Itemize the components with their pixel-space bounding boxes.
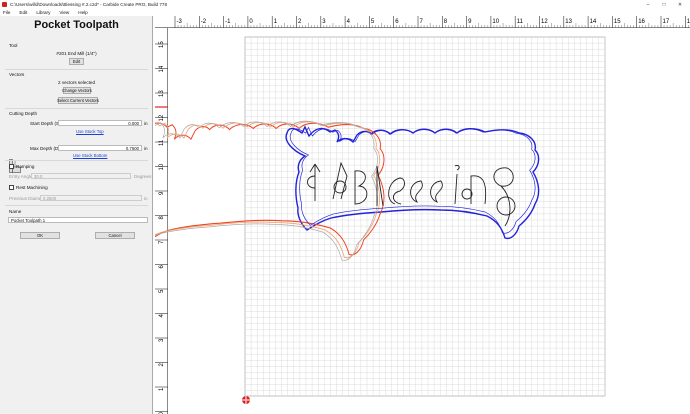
menu-edit[interactable]: Edit [19,10,27,15]
max-depth-input[interactable]: 0.7500 [58,145,142,151]
panel-title: Pocket Toolpath [34,19,119,31]
cancel-button[interactable]: Cancel [95,232,135,239]
divider [5,160,148,161]
rest-machining-label: Rest Machining [16,185,48,190]
minimize-icon[interactable]: – [640,0,656,9]
cutting-depth-section-label: Cutting Depth [9,111,38,116]
ramping-checkbox[interactable] [9,164,14,169]
tool-section-label: Tool [9,43,18,48]
previous-diameter-input[interactable]: 0.2500 [40,195,142,201]
tool-name: #201 End Mill (1/4") [56,51,97,56]
start-depth-label: Start Depth (S) [30,121,61,126]
divider [5,69,148,70]
name-section-label: Name [9,209,22,214]
max-depth-unit: in [144,146,148,151]
change-vectors-button[interactable]: Change Vectors [62,87,92,94]
divider [5,205,148,206]
vectors-selected-text: 2 vectors selected [57,80,96,85]
ramping-label: Ramping [16,164,35,169]
blessing-artwork[interactable] [155,16,690,414]
maximize-icon[interactable]: □ [656,0,672,9]
pocket-toolpath-panel: Pocket Toolpath Tool #201 End Mill (1/4"… [0,16,153,414]
entry-angle-unit: Degrees [134,174,152,179]
menu-library[interactable]: Library [36,10,50,15]
window-title-bar: C:\Users\willd\Downloads\Blessing #.2.c2… [0,0,690,9]
design-canvas[interactable]: -3-2-10123456789101112131415161718 15141… [155,16,690,414]
use-stock-top-link[interactable]: Use Stock Top [76,129,104,134]
start-depth-unit: in [144,121,148,126]
previous-diameter-unit: in [144,196,148,201]
vectors-section-label: Vectors [9,72,25,77]
close-icon[interactable]: ✕ [672,0,688,9]
divider [5,108,148,109]
menu-bar: File Edit Library View Help [0,9,690,16]
window-title: C:\Users\willd\Downloads\Blessing #.2.c2… [10,2,168,7]
tool-edit-button[interactable]: Edit [69,58,84,65]
menu-help[interactable]: Help [78,10,87,15]
entry-angle-label: Entry Angle [9,174,33,179]
start-depth-input[interactable]: 0.000 [58,120,142,126]
rest-machining-checkbox[interactable] [9,185,14,190]
use-stock-bottom-link[interactable]: Use Stock Bottom [73,153,107,158]
entry-angle-input[interactable]: 30.0 [31,173,131,179]
origin-marker-icon [242,396,250,404]
toolpath-name-input[interactable]: Pocket Toolpath 1 [8,217,148,223]
menu-view[interactable]: View [59,10,69,15]
max-depth-label: Max Depth (D) [30,146,60,151]
app-icon [2,2,7,7]
select-current-vectors-button[interactable]: Select Current Vectors [57,97,99,104]
ok-button[interactable]: OK [20,232,60,239]
menu-file[interactable]: File [3,10,10,15]
